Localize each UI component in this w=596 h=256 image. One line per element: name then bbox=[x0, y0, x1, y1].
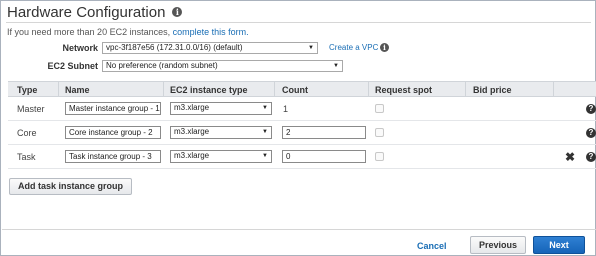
chevron-down-icon: ▼ bbox=[308, 45, 314, 51]
network-select[interactable]: vpc-3f187e56 (172.31.0.0/16) (default) ▼ bbox=[102, 42, 318, 54]
chevron-down-icon: ▼ bbox=[333, 63, 339, 69]
count-value: 1 bbox=[283, 104, 289, 114]
instance-type-value: m3.xlarge bbox=[174, 151, 210, 160]
column-header-type: Type bbox=[17, 85, 38, 95]
column-divider bbox=[553, 82, 554, 96]
instance-limit-note: If you need more than 20 EC2 instances, … bbox=[7, 27, 249, 37]
divider bbox=[6, 22, 591, 23]
divider bbox=[2, 229, 596, 230]
instance-groups-table: Type Name EC2 instance type Count Reques… bbox=[8, 81, 596, 171]
instance-type-select[interactable]: m3.xlarge ▼ bbox=[170, 150, 272, 163]
column-divider bbox=[163, 82, 164, 96]
info-icon[interactable]: i bbox=[380, 43, 389, 52]
column-header-name: Name bbox=[65, 85, 90, 95]
name-input[interactable]: Core instance group - 2 bbox=[65, 126, 161, 139]
section-header: Hardware Configuration i bbox=[7, 3, 183, 21]
close-icon[interactable]: ✖ bbox=[565, 151, 575, 163]
info-icon[interactable]: i bbox=[172, 7, 183, 17]
chevron-down-icon: ▼ bbox=[262, 129, 268, 135]
cancel-link[interactable]: Cancel bbox=[417, 241, 447, 251]
hardware-configuration-panel: Hardware Configuration i If you need mor… bbox=[0, 0, 596, 256]
request-spot-checkbox[interactable] bbox=[375, 128, 384, 137]
chevron-down-icon: ▼ bbox=[262, 105, 268, 111]
next-button[interactable]: Next bbox=[533, 236, 585, 254]
help-icon[interactable]: ? bbox=[586, 128, 596, 138]
column-header-request-spot: Request spot bbox=[375, 85, 433, 95]
row-type: Master bbox=[17, 104, 45, 114]
help-icon[interactable]: ? bbox=[586, 104, 596, 114]
subnet-label: EC2 Subnet bbox=[47, 61, 98, 71]
instance-type-value: m3.xlarge bbox=[174, 103, 210, 112]
network-label: Network bbox=[62, 43, 98, 53]
table-header: Type Name EC2 instance type Count Reques… bbox=[8, 81, 596, 97]
row-type: Core bbox=[17, 128, 37, 138]
instance-type-value: m3.xlarge bbox=[174, 127, 210, 136]
request-spot-checkbox[interactable] bbox=[375, 152, 384, 161]
table-row-task: Task Task instance group - 3 m3.xlarge ▼… bbox=[8, 145, 596, 169]
previous-button[interactable]: Previous bbox=[470, 236, 526, 254]
count-input[interactable]: 2 bbox=[282, 126, 366, 139]
complete-form-link[interactable]: complete this form. bbox=[173, 27, 249, 37]
page-title: Hardware Configuration bbox=[7, 3, 166, 21]
column-header-count: Count bbox=[282, 85, 308, 95]
subnet-select[interactable]: No preference (random subnet) ▼ bbox=[102, 60, 343, 72]
help-icon[interactable]: ? bbox=[586, 152, 596, 162]
name-input[interactable]: Master instance group - 1 bbox=[65, 102, 161, 115]
create-vpc-link[interactable]: Create a VPC bbox=[329, 43, 378, 52]
column-divider bbox=[368, 82, 369, 96]
instance-type-select[interactable]: m3.xlarge ▼ bbox=[170, 102, 272, 115]
subnet-select-value: No preference (random subnet) bbox=[106, 61, 218, 70]
request-spot-checkbox[interactable] bbox=[375, 104, 384, 113]
column-divider bbox=[465, 82, 466, 96]
name-input[interactable]: Task instance group - 3 bbox=[65, 150, 161, 163]
column-divider bbox=[274, 82, 275, 96]
network-select-value: vpc-3f187e56 (172.31.0.0/16) (default) bbox=[106, 43, 243, 52]
note-text: If you need more than 20 EC2 instances, bbox=[7, 27, 173, 37]
table-row-core: Core Core instance group - 2 m3.xlarge ▼… bbox=[8, 121, 596, 145]
table-row-master: Master Master instance group - 1 m3.xlar… bbox=[8, 97, 596, 121]
count-input[interactable]: 0 bbox=[282, 150, 366, 163]
column-header-bid-price: Bid price bbox=[473, 85, 512, 95]
chevron-down-icon: ▼ bbox=[262, 153, 268, 159]
column-divider bbox=[58, 82, 59, 96]
row-type: Task bbox=[17, 152, 36, 162]
column-header-instance-type: EC2 instance type bbox=[170, 85, 248, 95]
add-task-instance-group-button[interactable]: Add task instance group bbox=[9, 178, 132, 195]
instance-type-select[interactable]: m3.xlarge ▼ bbox=[170, 126, 272, 139]
